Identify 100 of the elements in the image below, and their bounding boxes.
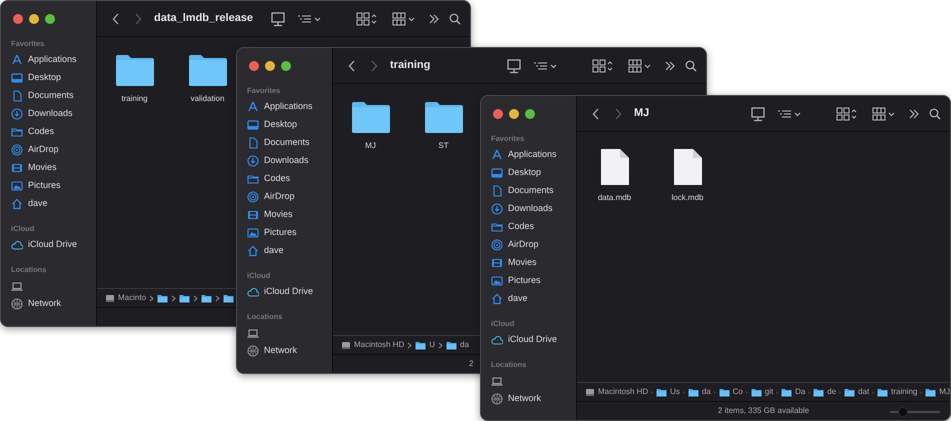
folder-icon [446,340,458,350]
file-name[interactable]: ST [438,140,449,152]
folder-icon [415,340,426,350]
sidebar-item[interactable]: Codes [247,170,332,188]
sidebar-item[interactable]: Pictures [491,272,576,290]
close-button[interactable] [13,14,23,24]
sidebar-item[interactable]: dave [491,290,576,308]
file-name[interactable]: training [121,93,148,105]
folder-icon[interactable] [350,100,390,134]
sidebar-item[interactable]: AirDrop [11,141,96,159]
grid-view-icon[interactable] [356,12,378,26]
folder-icon[interactable] [188,53,228,87]
path-item[interactable]: U [429,339,436,351]
zoom-button[interactable] [45,14,55,24]
sidebar-item[interactable]: Downloads [11,105,96,123]
sidebar-item[interactable]: Desktop [247,116,332,134]
grid-view-icon[interactable] [836,106,858,120]
slider-thumb[interactable] [898,407,908,417]
forward-icon[interactable] [134,12,142,24]
sidebar-item[interactable]: Downloads [247,152,332,170]
document-icon [247,137,259,149]
minimize-button[interactable] [29,14,39,24]
path-item[interactable]: dat [858,386,870,398]
sidebar-item[interactable]: Downloads [491,200,576,218]
sidebar-item[interactable]: Applications [247,98,332,116]
monitor-icon[interactable] [270,10,286,26]
zoom-button[interactable] [525,109,535,119]
window-title: training [390,58,430,74]
more-icon[interactable] [908,108,920,120]
sidebar-item[interactable]: Network [491,390,576,408]
back-icon[interactable] [592,108,600,120]
sidebar-item[interactable]: Network [247,342,332,360]
monitor-icon[interactable] [750,106,766,122]
sidebar-item[interactable]: Applications [491,146,576,164]
path-item[interactable]: da [460,339,469,351]
path-item[interactable]: Macinto [118,292,146,304]
sidebar-item[interactable]: Network [11,295,96,313]
forward-icon[interactable] [614,108,622,120]
sidebar-item[interactable]: iCloud Drive [11,236,96,254]
list-options-icon[interactable] [532,60,558,72]
file-name[interactable]: lock.mdb [671,192,704,204]
file-name[interactable]: data.mdb [598,192,632,204]
sidebar-item[interactable]: Movies [491,254,576,272]
download-icon [247,155,259,167]
path-item[interactable]: Macintosh HD [354,339,404,351]
document-icon[interactable] [600,148,630,186]
document-icon[interactable] [672,148,702,186]
document-icon [11,90,23,102]
more-icon[interactable] [664,60,676,72]
sidebar-item[interactable]: Documents [491,182,576,200]
folder-icon[interactable] [114,53,154,87]
grid-view-icon[interactable] [592,58,614,72]
path-item[interactable]: Us [670,386,680,398]
path-item[interactable]: MJ [939,386,950,398]
folder-icon[interactable] [424,100,464,134]
path-item[interactable]: training [891,386,918,398]
group-options-icon[interactable] [392,12,416,26]
close-button[interactable] [493,109,503,119]
monitor-icon[interactable] [506,58,522,74]
sidebar-item[interactable]: Documents [11,87,96,105]
search-icon[interactable] [449,12,461,24]
sidebar-item[interactable]: Codes [491,218,576,236]
file-name[interactable]: validation [190,93,224,105]
group-options-icon[interactable] [872,106,896,120]
path-item[interactable]: Macintosh HD [598,386,648,398]
sidebar-item[interactable]: iCloud Drive [247,283,332,301]
sidebar-item[interactable]: Documents [247,134,332,152]
list-options-icon[interactable] [776,108,802,120]
minimize-button[interactable] [509,109,519,119]
file-name[interactable]: MJ [365,140,376,152]
minimize-button[interactable] [265,61,275,71]
sidebar-item[interactable]: Movies [247,206,332,224]
list-options-icon[interactable] [296,12,322,24]
back-icon[interactable] [348,60,356,72]
more-icon[interactable] [428,12,440,24]
path-item[interactable]: de [827,386,836,398]
search-icon[interactable] [929,108,941,120]
sidebar-item[interactable]: Movies [11,159,96,177]
sidebar-item[interactable]: Applications [11,51,96,69]
sidebar-item[interactable]: Desktop [491,164,576,182]
group-options-icon[interactable] [628,58,652,72]
path-item[interactable]: da [702,386,711,398]
path-item[interactable]: Da [795,386,806,398]
sidebar-item[interactable]: AirDrop [491,236,576,254]
sidebar-item[interactable]: dave [247,242,332,260]
sidebar-item[interactable]: Codes [11,123,96,141]
sidebar-item[interactable]: Pictures [11,177,96,195]
sidebar-item[interactable]: dave [11,195,96,213]
search-icon[interactable] [685,60,697,72]
path-item[interactable]: Co [732,386,743,398]
path-item[interactable]: git [764,386,774,398]
sidebar-item[interactable]: iCloud Drive [491,331,576,349]
close-button[interactable] [249,61,259,71]
sidebar-item[interactable]: Desktop [11,69,96,87]
desktop-icon [491,167,503,179]
zoom-button[interactable] [281,61,291,71]
sidebar-item[interactable]: AirDrop [247,188,332,206]
forward-icon[interactable] [370,60,378,72]
back-icon[interactable] [112,12,120,24]
sidebar-item[interactable]: Pictures [247,224,332,242]
